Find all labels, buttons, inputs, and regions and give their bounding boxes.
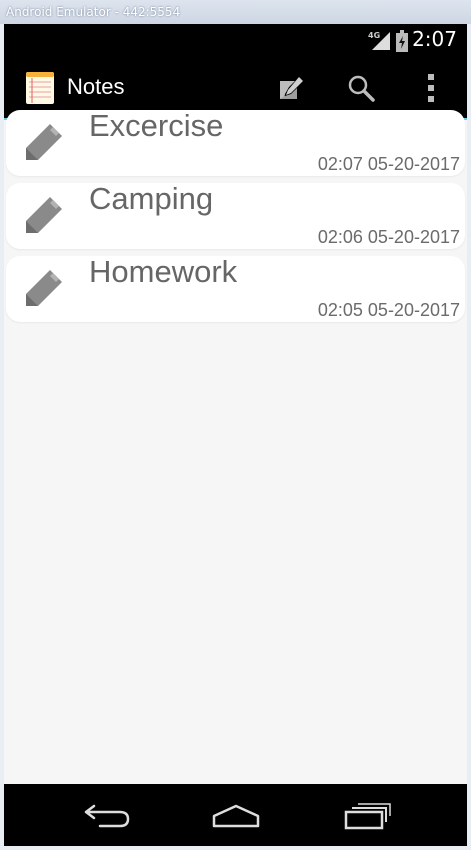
signal-icon: [372, 32, 390, 50]
note-date: 02:05 05-20-2017: [317, 300, 460, 320]
recents-icon[interactable]: [336, 794, 396, 834]
device-screen: 4G 2:07 Notes Excercise 02:07 05-20-2017…: [4, 24, 467, 846]
note-item[interactable]: Excercise 02:07 05-20-2017: [6, 108, 465, 176]
note-title: Excercise: [89, 108, 224, 143]
status-bar: 4G 2:07: [4, 24, 467, 58]
notes-list: Excercise 02:07 05-20-2017 Camping 02:06…: [4, 108, 467, 784]
pencil-icon: [26, 270, 62, 306]
notes-app-icon: [26, 72, 54, 104]
pencil-icon: [26, 197, 62, 233]
home-icon[interactable]: [206, 794, 266, 834]
overflow-menu-icon: [428, 74, 434, 102]
note-date: 02:07 05-20-2017: [317, 154, 460, 174]
back-icon[interactable]: [78, 794, 138, 834]
pencil-icon: [26, 124, 62, 160]
battery-icon: [396, 30, 408, 52]
app-title: Notes: [67, 74, 125, 99]
note-item[interactable]: Homework 02:05 05-20-2017: [6, 254, 465, 322]
compose-button[interactable]: [264, 58, 316, 118]
note-date: 02:06 05-20-2017: [317, 227, 460, 247]
note-title: Homework: [89, 254, 238, 289]
note-title: Camping: [89, 181, 214, 216]
status-clock: 2:07: [412, 27, 457, 51]
search-icon: [348, 75, 375, 102]
navigation-bar: [4, 784, 467, 846]
compose-icon: [280, 77, 303, 99]
overflow-menu-button[interactable]: [404, 58, 456, 118]
search-button[interactable]: [334, 58, 386, 118]
emulator-window-title: Android Emulator - 442:5554: [0, 0, 471, 24]
note-item[interactable]: Camping 02:06 05-20-2017: [6, 181, 465, 249]
